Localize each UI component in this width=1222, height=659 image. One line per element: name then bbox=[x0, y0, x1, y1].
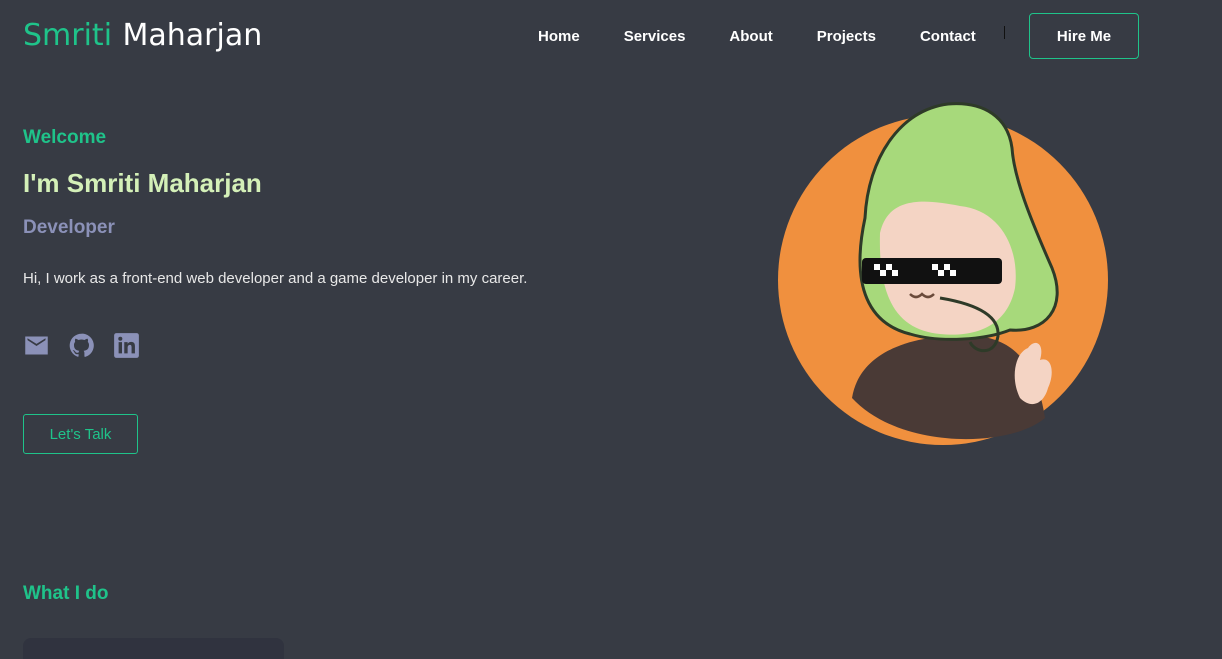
nav-projects[interactable]: Projects bbox=[817, 28, 876, 45]
nav-divider bbox=[1004, 26, 1005, 39]
bio-text: Hi, I work as a front-end web developer … bbox=[23, 270, 528, 287]
hire-me-button[interactable]: Hire Me bbox=[1029, 13, 1139, 59]
avatar-illustration bbox=[770, 98, 1115, 450]
site-logo[interactable]: Smriti Maharjan bbox=[23, 18, 262, 53]
logo-first-name: Smriti bbox=[23, 18, 113, 53]
service-card bbox=[23, 638, 284, 659]
github-icon[interactable] bbox=[68, 332, 95, 359]
main-nav: Home Services About Projects Contact bbox=[538, 0, 1020, 72]
section-title: What I do bbox=[23, 583, 109, 604]
intro-heading: I'm Smriti Maharjan bbox=[23, 168, 262, 198]
welcome-label: Welcome bbox=[23, 127, 107, 148]
lets-talk-button[interactable]: Let's Talk bbox=[23, 414, 138, 454]
role-label: Developer bbox=[23, 217, 115, 238]
nav-services[interactable]: Services bbox=[624, 28, 686, 45]
mail-icon[interactable] bbox=[23, 332, 50, 359]
nav-home[interactable]: Home bbox=[538, 28, 580, 45]
linkedin-icon[interactable] bbox=[113, 332, 140, 359]
logo-last-name: Maharjan bbox=[122, 18, 263, 53]
nav-contact[interactable]: Contact bbox=[920, 28, 976, 45]
social-links bbox=[23, 332, 140, 359]
nav-about[interactable]: About bbox=[729, 28, 772, 45]
